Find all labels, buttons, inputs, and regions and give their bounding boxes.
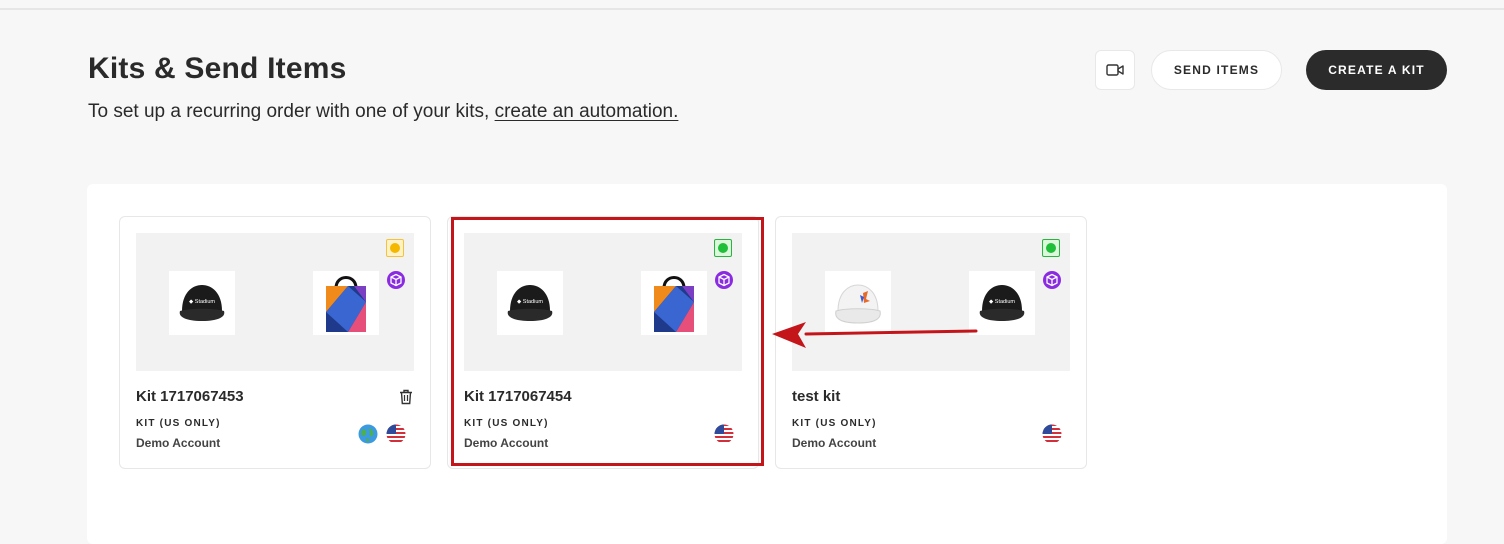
product-thumbnail-cap: ◆ Stadium	[969, 271, 1035, 335]
kit-card[interactable]: ◆ Stadium Kit 1717067453 KIT (US ONLY) D…	[119, 216, 431, 469]
product-thumbnail-tote	[641, 271, 707, 335]
video-camera-icon	[1106, 64, 1124, 76]
send-items-button[interactable]: SEND ITEMS	[1151, 50, 1282, 90]
kit-card[interactable]: ◆ Stadium Kit 1717067454 KIT (US ONLY) D…	[447, 216, 759, 469]
svg-text:◆ Stadium: ◆ Stadium	[517, 299, 543, 305]
status-badge	[386, 239, 404, 257]
product-thumbnail-cap: ◆ Stadium	[169, 271, 235, 335]
svg-text:◆ Stadium: ◆ Stadium	[989, 299, 1015, 305]
annotation-arrow-icon	[772, 322, 978, 348]
kit-type: KIT (US ONLY)	[136, 418, 221, 429]
kit-account: Demo Account	[136, 436, 221, 450]
status-dot	[718, 243, 728, 253]
us-flag-icon	[1042, 424, 1062, 444]
black-cap-image: ◆ Stadium	[979, 285, 1025, 321]
product-thumbnail-tote	[313, 271, 379, 335]
kit-type: KIT (US ONLY)	[792, 418, 877, 429]
box-icon	[715, 271, 733, 289]
globe-icon	[358, 424, 378, 444]
product-thumbnail-cap: ◆ Stadium	[497, 271, 563, 335]
us-flag-icon	[714, 424, 734, 444]
box-icon	[1043, 271, 1061, 289]
kit-title: Kit 1717067453	[136, 388, 244, 405]
kit-preview: ◆ Stadium	[136, 233, 414, 371]
status-badge	[1042, 239, 1060, 257]
kit-account: Demo Account	[792, 436, 877, 450]
black-cap-image: ◆ Stadium	[507, 285, 553, 321]
page-subtitle: To set up a recurring order with one of …	[88, 101, 678, 123]
page-title: Kits & Send Items	[88, 52, 347, 85]
create-automation-link[interactable]: create an automation.	[495, 101, 679, 122]
kit-account: Demo Account	[464, 436, 549, 450]
status-dot	[390, 243, 400, 253]
status-badge	[714, 239, 732, 257]
top-divider	[0, 8, 1504, 10]
create-kit-button[interactable]: CREATE A KIT	[1306, 50, 1447, 90]
svg-text:◆ Stadium: ◆ Stadium	[189, 299, 215, 305]
us-flag-icon	[386, 424, 406, 444]
subtitle-text: To set up a recurring order with one of …	[88, 101, 495, 122]
tote-bag-image	[326, 276, 366, 332]
tote-bag-image	[654, 276, 694, 332]
trash-icon[interactable]	[399, 389, 413, 405]
box-icon	[387, 271, 405, 289]
kit-title: test kit	[792, 388, 841, 405]
kit-type: KIT (US ONLY)	[464, 418, 549, 429]
kit-preview: ◆ Stadium	[464, 233, 742, 371]
status-dot	[1046, 243, 1056, 253]
video-tutorial-button[interactable]	[1095, 50, 1135, 90]
kit-title: Kit 1717067454	[464, 388, 572, 405]
black-cap-image: ◆ Stadium	[179, 285, 225, 321]
